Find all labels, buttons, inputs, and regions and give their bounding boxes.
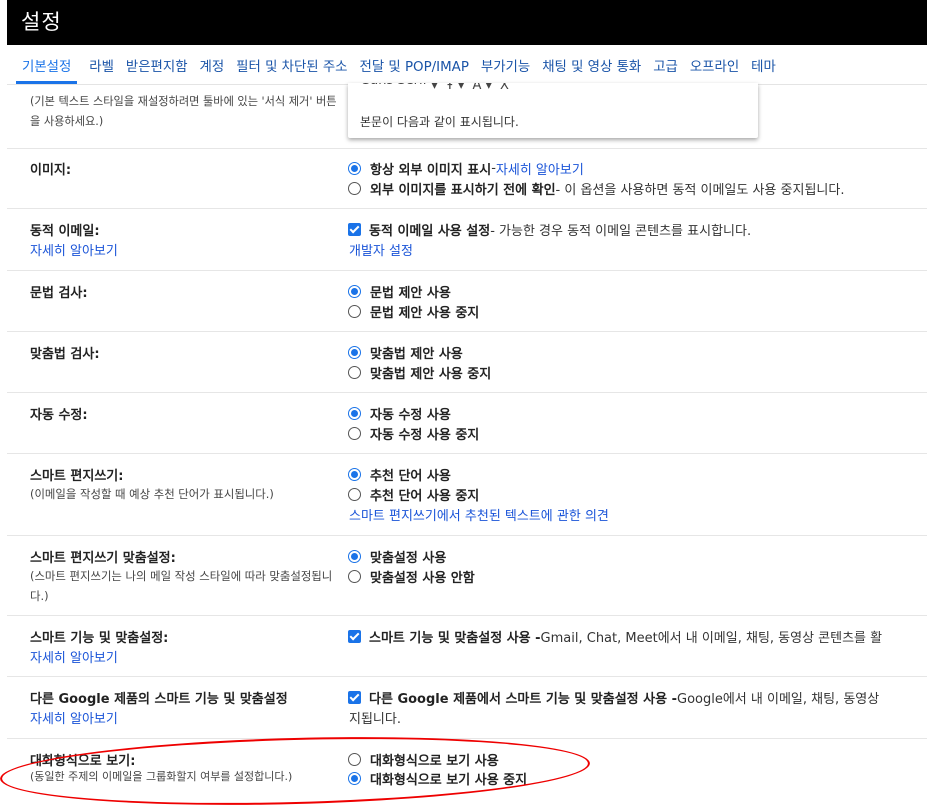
smart-features-setting: 스마트 기능 및 맞춤설정: 자세히 알아보기 스마트 기능 및 맞춤설정 사용… <box>7 615 927 676</box>
smart-compose-feedback-link[interactable]: 스마트 편지쓰기에서 추천된 텍스트에 관한 의견 <box>349 505 609 524</box>
smart-compose-description: (이메일을 작성할 때 예상 추천 단어가 표시됩니다.) <box>30 487 274 501</box>
option-label: 자동 수정 사용 중지 <box>370 428 480 443</box>
smart-features-learn-more[interactable]: 자세히 알아보기 <box>30 647 118 666</box>
developer-settings-link[interactable]: 개발자 설정 <box>349 240 413 259</box>
option-label: 스마트 기능 및 맞춤설정 사용 - <box>369 631 541 646</box>
option-description: - 이 옵션을 사용하면 동적 이메일도 사용 중지됩니다. <box>555 183 845 198</box>
format-toolbar: Sans Serif ▾ Ŧ ▾ A ▾ X <box>362 83 509 97</box>
dynamic-email-learn-more[interactable]: 자세히 알아보기 <box>30 240 118 259</box>
other-google-learn-more[interactable]: 자세히 알아보기 <box>30 708 118 727</box>
option-label: 동적 이메일 사용 설정 <box>369 224 491 239</box>
tab-accounts[interactable]: 계정 <box>200 48 225 84</box>
page-title: 설정 <box>21 10 62 34</box>
tab-inbox[interactable]: 받은편지함 <box>126 48 188 84</box>
radio-unselected[interactable] <box>348 427 361 440</box>
dynamic-email-option[interactable]: 동적 이메일 사용 설정 - 가능한 경우 동적 이메일 콘텐츠를 표시합니다. <box>348 220 751 239</box>
tab-offline[interactable]: 오프라인 <box>690 48 739 84</box>
option-label: 맞춤설정 사용 <box>370 551 447 566</box>
checkbox-checked[interactable] <box>348 691 361 704</box>
autocorrect-on-option[interactable]: 자동 수정 사용 <box>348 404 451 423</box>
option-label: 문법 제안 사용 중지 <box>370 306 480 321</box>
text-preview: 본문이 다음과 같이 표시됩니다. <box>360 115 519 129</box>
radio-selected[interactable] <box>348 407 361 420</box>
dynamic-email-label: 동적 이메일: <box>30 224 100 239</box>
smart-compose-on-option[interactable]: 추천 단어 사용 <box>348 465 451 484</box>
option-label: 자동 수정 사용 <box>370 408 451 423</box>
option-label: 문법 제안 사용 <box>370 286 451 301</box>
spelling-on-option[interactable]: 맞춤법 제안 사용 <box>348 343 463 362</box>
autocorrect-label: 자동 수정: <box>30 408 88 423</box>
radio-selected[interactable] <box>348 162 361 175</box>
spelling-setting: 맞춤법 검사: 맞춤법 제안 사용 맞춤법 제안 사용 중지 <box>7 331 927 392</box>
option-label: 맞춤설정 사용 안함 <box>370 571 475 586</box>
radio-unselected[interactable] <box>348 366 361 379</box>
tab-advanced[interactable]: 고급 <box>653 48 678 84</box>
images-option-ask[interactable]: 외부 이미지를 표시하기 전에 확인 - 이 옵션을 사용하면 동적 이메일도 … <box>348 179 844 198</box>
option-description-continued: 지됩니다. <box>349 712 401 727</box>
autocorrect-off-option[interactable]: 자동 수정 사용 중지 <box>348 424 479 443</box>
text-style-popup: Sans Serif ▾ Ŧ ▾ A ▾ X 본문이 다음과 같이 표시됩니다. <box>348 83 758 138</box>
option-label: 추천 단어 사용 <box>370 469 451 484</box>
settings-tabs: 기본설정 라벨 받은편지함 계정 필터 및 차단된 주소 전달 및 POP/IM… <box>16 48 788 88</box>
tab-forwarding[interactable]: 전달 및 POP/IMAP <box>360 48 469 84</box>
personalization-on-option[interactable]: 맞춤설정 사용 <box>348 547 446 566</box>
radio-selected[interactable] <box>348 468 361 481</box>
radio-selected[interactable] <box>348 346 361 359</box>
text-size-icon[interactable]: Ŧ ▾ <box>446 83 465 93</box>
smart-compose-off-option[interactable]: 추천 단어 사용 중지 <box>348 485 479 504</box>
tab-labels[interactable]: 라벨 <box>89 48 114 84</box>
tab-themes[interactable]: 테마 <box>751 48 776 84</box>
option-label: 다른 Google 제품에서 스마트 기능 및 맞춤설정 사용 - <box>369 692 677 707</box>
learn-more-link[interactable]: 자세히 알아보기 <box>496 159 584 178</box>
personalization-description: (스마트 편지쓰기는 나의 메일 작성 스타일에 따라 맞춤설정됩니다.) <box>30 569 333 603</box>
option-label: 추천 단어 사용 중지 <box>370 489 480 504</box>
other-google-products-setting: 다른 Google 제품의 스마트 기능 및 맞춤설정 자세히 알아보기 다른 … <box>7 676 927 738</box>
images-label: 이미지: <box>30 163 72 178</box>
settings-header: 설정 <box>7 0 927 45</box>
grammar-label: 문법 검사: <box>30 286 88 301</box>
dynamic-email-setting: 동적 이메일: 자세히 알아보기 동적 이메일 사용 설정 - 가능한 경우 동… <box>7 208 927 270</box>
option-description: Google에서 내 이메일, 채팅, 동영상 <box>677 692 880 707</box>
grammar-on-option[interactable]: 문법 제안 사용 <box>348 282 451 301</box>
radio-selected[interactable] <box>348 550 361 563</box>
option-label: 맞춤법 제안 사용 중지 <box>370 367 492 382</box>
personalization-label: 스마트 편지쓰기 맞춤설정: <box>30 551 176 566</box>
tab-general[interactable]: 기본설정 <box>16 48 78 84</box>
smart-features-option[interactable]: 스마트 기능 및 맞춤설정 사용 - Gmail, Chat, Meet에서 내… <box>348 627 882 646</box>
option-label: 맞춤법 제안 사용 <box>370 347 463 362</box>
radio-unselected[interactable] <box>348 182 361 195</box>
checkbox-checked[interactable] <box>348 630 361 643</box>
option-label: 항상 외부 이미지 표시 <box>370 163 492 178</box>
smart-compose-setting: 스마트 편지쓰기: (이메일을 작성할 때 예상 추천 단어가 표시됩니다.) … <box>7 453 927 535</box>
other-google-option[interactable]: 다른 Google 제품에서 스마트 기능 및 맞춤설정 사용 - Google… <box>348 688 879 707</box>
personalization-off-option[interactable]: 맞춤설정 사용 안함 <box>348 567 475 586</box>
radio-unselected[interactable] <box>348 305 361 318</box>
option-label: 외부 이미지를 표시하기 전에 확인 <box>370 183 556 198</box>
images-setting: 이미지: 항상 외부 이미지 표시 - 자세히 알아보기 외부 이미지를 표시하… <box>7 148 927 208</box>
font-select[interactable]: Sans Serif ▾ <box>362 83 438 93</box>
smart-compose-personalization-setting: 스마트 편지쓰기 맞춤설정: (스마트 편지쓰기는 나의 메일 작성 스타일에 … <box>7 535 927 615</box>
tab-filters[interactable]: 필터 및 차단된 주소 <box>236 48 347 84</box>
option-description: Gmail, Chat, Meet에서 내 이메일, 채팅, 동영상 콘텐츠를 … <box>540 631 883 646</box>
radio-unselected[interactable] <box>348 570 361 583</box>
option-description: - 가능한 경우 동적 이메일 콘텐츠를 표시합니다. <box>490 224 752 239</box>
tab-chat-meet[interactable]: 채팅 및 영상 통화 <box>542 48 641 84</box>
checkbox-checked[interactable] <box>348 223 361 236</box>
images-option-always[interactable]: 항상 외부 이미지 표시 - 자세히 알아보기 <box>348 159 584 178</box>
smart-features-label: 스마트 기능 및 맞춤설정: <box>30 631 169 646</box>
text-color-icon[interactable]: A ▾ <box>472 83 492 93</box>
spelling-off-option[interactable]: 맞춤법 제안 사용 중지 <box>348 363 491 382</box>
smart-compose-label: 스마트 편지쓰기: <box>30 469 124 484</box>
grammar-off-option[interactable]: 문법 제안 사용 중지 <box>348 302 479 321</box>
other-google-label: 다른 Google 제품의 스마트 기능 및 맞춤설정 <box>30 692 288 707</box>
clear-formatting-icon[interactable]: X <box>500 83 509 93</box>
autocorrect-setting: 자동 수정: 자동 수정 사용 자동 수정 사용 중지 <box>7 392 927 453</box>
grammar-setting: 문법 검사: 문법 제안 사용 문법 제안 사용 중지 <box>7 270 927 331</box>
font-name: Sans Serif <box>362 83 427 88</box>
radio-unselected[interactable] <box>348 488 361 501</box>
text-style-hint: (기본 텍스트 스타일을 재설정하려면 툴바에 있는 '서식 제거' 버튼을 사… <box>30 95 337 128</box>
tab-addons[interactable]: 부가기능 <box>481 48 530 84</box>
radio-selected[interactable] <box>348 285 361 298</box>
spelling-label: 맞춤법 검사: <box>30 347 100 362</box>
